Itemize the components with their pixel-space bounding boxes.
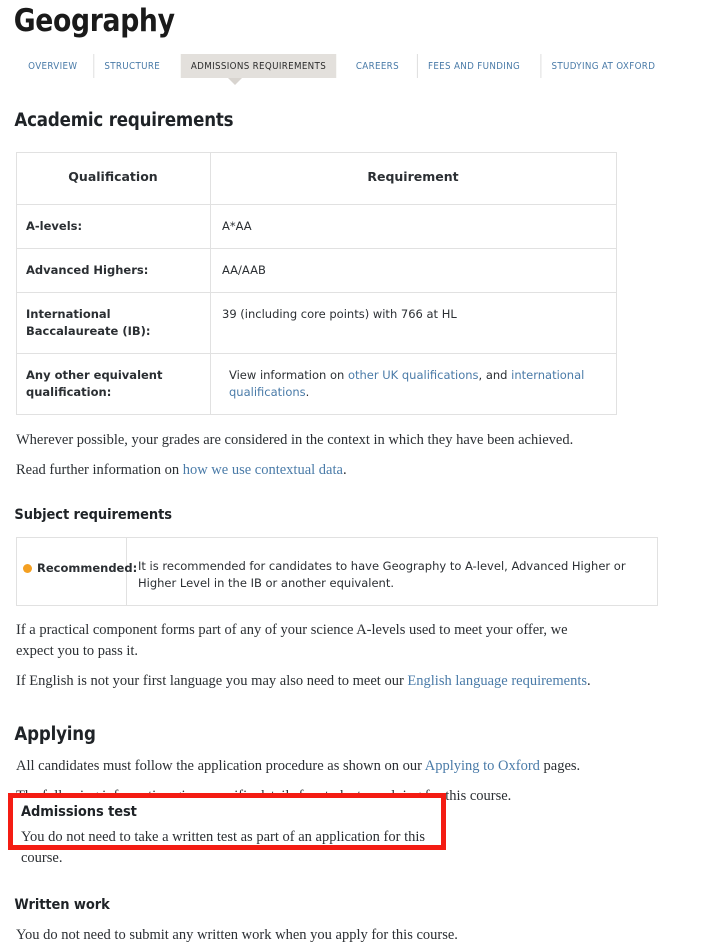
cell-qualification: Any other equivalent qualification:: [16, 353, 211, 415]
column-header-requirement: Requirement: [210, 152, 617, 205]
english-language-prefix: If English is not your first language yo…: [16, 673, 408, 689]
cell-qualification: A-levels:: [16, 204, 211, 249]
english-language-note: If English is not your first language yo…: [0, 671, 701, 692]
table-header-row: Qualification Requirement: [16, 152, 617, 205]
tab-admissions-requirements[interactable]: ADMISSIONS REQUIREMENTS: [180, 54, 337, 78]
table-row: A-levels: A*AA: [16, 204, 617, 249]
cell-recommended-text: It is recommended for candidates to have…: [126, 537, 658, 606]
table-row: Recommended: It is recommended for candi…: [16, 537, 658, 606]
tab-overview[interactable]: OVERVIEW: [19, 54, 87, 78]
academic-requirements-heading: Academic requirements: [14, 110, 234, 131]
academic-requirements-table: Qualification Requirement A-levels: A*AA…: [16, 152, 617, 415]
tab-careers[interactable]: CAREERS: [346, 54, 409, 78]
requirement-text-middle: , and: [478, 368, 512, 382]
applying-procedure-suffix: pages.: [539, 758, 581, 774]
subject-requirements-table: Recommended: It is recommended for candi…: [16, 537, 658, 606]
cell-requirement: AA/AAB: [210, 248, 617, 293]
contextual-data-note: Read further information on how we use c…: [0, 460, 701, 481]
cell-recommended-label: Recommended:: [16, 537, 137, 606]
table-row: Any other equivalent qualification: View…: [16, 353, 617, 415]
written-work-text: You do not need to submit any written wo…: [16, 927, 458, 943]
requirement-text-prefix: View information on: [229, 368, 348, 382]
table-row: International Baccalaureate (IB): 39 (in…: [16, 292, 617, 354]
link-how-we-use-contextual-data[interactable]: how we use contextual data: [183, 462, 343, 478]
cell-requirement: View information on other UK qualificati…: [210, 353, 617, 415]
table-row: Advanced Highers: AA/AAB: [16, 248, 617, 293]
contextual-data-suffix: .: [342, 462, 347, 478]
link-other-uk-qualifications[interactable]: other UK qualifications: [348, 368, 479, 382]
admissions-test-highlight-box: Admissions test You do not need to take …: [8, 793, 446, 866]
column-header-qualification: Qualification: [16, 152, 211, 205]
link-applying-to-oxford[interactable]: Applying to Oxford: [425, 758, 540, 774]
cell-requirement: A*AA: [210, 204, 617, 249]
subject-requirements-heading: Subject requirements: [14, 507, 172, 523]
applying-procedure-note: All candidates must follow the applicati…: [0, 756, 701, 777]
admissions-test-section: Admissions test You do not need to take …: [13, 798, 441, 869]
tab-fees-and-funding[interactable]: FEES AND FUNDING: [416, 54, 530, 78]
recommended-dot-icon: [23, 564, 32, 573]
cell-qualification: Advanced Highers:: [16, 248, 211, 293]
applying-heading: Applying: [14, 724, 96, 745]
page-title: Geography: [13, 3, 175, 39]
course-page: Geography OVERVIEW STRUCTURE ADMISSIONS …: [0, 0, 701, 946]
cell-qualification: International Baccalaureate (IB):: [16, 292, 211, 354]
admissions-test-text: You do not need to take a written test a…: [21, 829, 426, 866]
english-language-suffix: .: [587, 673, 591, 689]
contextual-data-prefix: Read further information on: [16, 462, 183, 478]
course-tab-navigation: OVERVIEW STRUCTURE ADMISSIONS REQUIREMEN…: [16, 54, 701, 85]
cell-requirement: 39 (including core points) with 766 at H…: [210, 292, 617, 354]
active-tab-pointer-icon: [228, 78, 242, 85]
requirement-text-suffix: .: [305, 385, 310, 399]
tab-studying-at-oxford[interactable]: STUDYING AT OXFORD: [540, 54, 665, 78]
practical-component-note: If a practical component forms part of a…: [16, 622, 568, 659]
written-work-heading: Written work: [14, 897, 110, 913]
link-english-language-requirements[interactable]: English language requirements: [407, 673, 587, 689]
contextual-grades-note: Wherever possible, your grades are consi…: [16, 432, 574, 448]
applying-procedure-prefix: All candidates must follow the applicati…: [16, 758, 425, 774]
tab-structure[interactable]: STRUCTURE: [93, 54, 171, 78]
admissions-test-heading: Admissions test: [21, 804, 137, 820]
